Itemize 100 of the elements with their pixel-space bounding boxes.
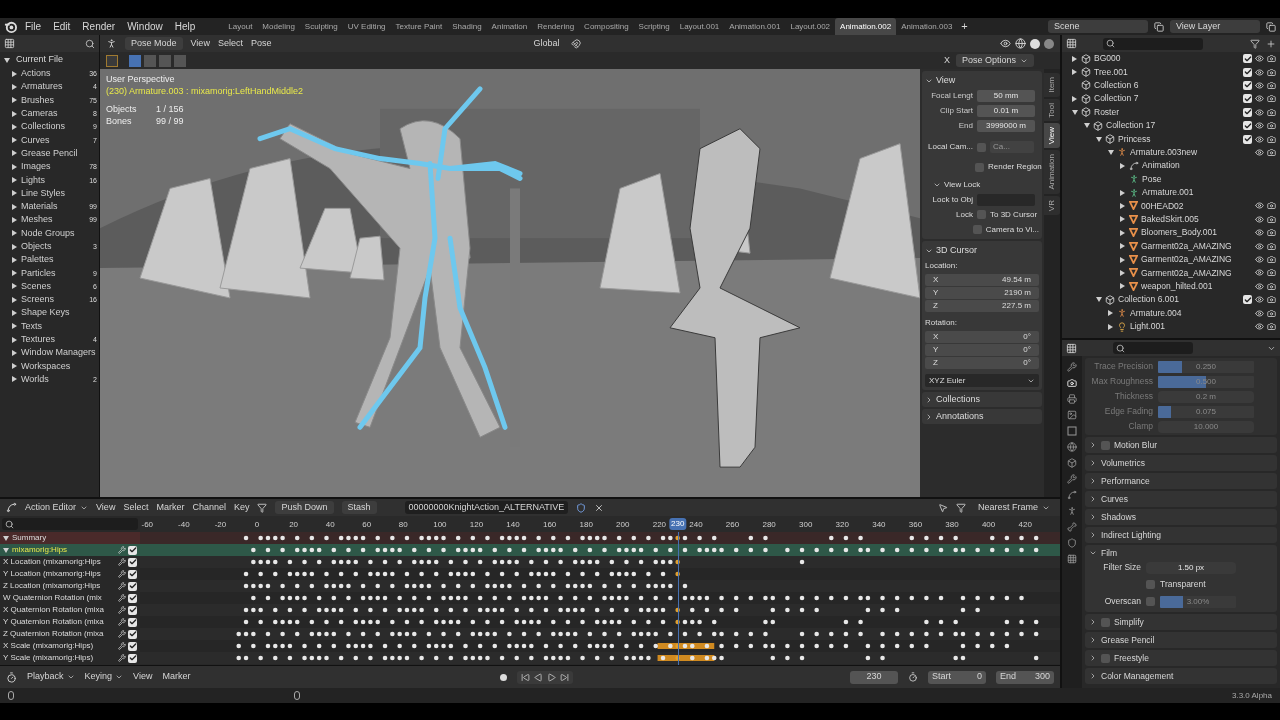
collapsed-arrow-icon[interactable] [1120,269,1125,276]
workspace-tab[interactable]: UV Editing [342,18,391,35]
tree-item[interactable]: Palettes [21,254,54,266]
select-icon[interactable] [937,502,948,513]
panel-title[interactable]: 3D Cursor [936,243,977,258]
vector-field[interactable]: Y 2190 m [925,287,1039,299]
tree-item[interactable]: Curves [21,134,50,146]
chevron-icon[interactable] [1089,495,1097,503]
visibility-icon[interactable] [1255,214,1264,224]
tree-item[interactable]: Collections [21,121,66,133]
vector-field[interactable]: X 0° [925,331,1039,343]
menu-item[interactable]: Key [233,500,250,515]
editor-type-icon[interactable] [106,38,117,49]
properties-tab-icon[interactable] [1067,442,1077,452]
workspace-tab[interactable]: Texture Paint [390,18,448,35]
visibility-icon[interactable] [1255,228,1264,238]
tree-item[interactable]: Particles [21,267,56,279]
chevron-icon[interactable] [1089,618,1097,626]
menu-item[interactable]: Edit [49,19,75,34]
sidebar-tab[interactable]: Item [1044,73,1060,97]
pose-options-dropdown[interactable]: Pose Options [955,54,1034,67]
fake-user-icon[interactable] [576,502,587,513]
tree-item[interactable]: Scenes [21,280,52,292]
checkbox[interactable] [1243,67,1252,77]
menu-item[interactable]: File [21,19,46,34]
solid-shading-icon[interactable] [1030,38,1040,49]
close-button[interactable]: X [940,53,953,68]
render-icon[interactable] [1267,228,1276,238]
copy-icon[interactable] [1266,21,1276,32]
panel-title[interactable]: Motion Blur [1114,438,1157,452]
checkbox[interactable] [128,569,137,579]
channel-name[interactable]: X Quaternion Rotation (mixa [3,605,104,615]
checkbox[interactable] [975,162,984,172]
number-field[interactable]: 3999000 m [977,119,1035,132]
checkbox[interactable] [128,581,137,591]
outliner-item[interactable]: Collection 7 [1094,92,1139,106]
checkbox[interactable] [1243,54,1252,64]
tree-item[interactable]: Cameras [21,108,58,120]
menu-item[interactable]: Channel [192,500,226,515]
menu-item[interactable]: Select [123,500,149,515]
visibility-icon[interactable] [1255,107,1264,117]
panel-title[interactable]: View [936,73,956,88]
checkbox[interactable] [128,557,137,567]
workspace-tab[interactable]: Compositing [579,18,634,35]
editor-type-icon[interactable] [6,671,17,683]
workspace-tab[interactable]: Scripting [633,18,675,35]
expanded-arrow-icon[interactable] [1096,297,1102,303]
workspace-tab[interactable]: Animation [486,18,533,35]
editor-type-icon[interactable] [6,502,17,513]
tree-item[interactable]: Node Groups [21,227,75,239]
checkbox[interactable] [1243,295,1252,305]
visibility-icon[interactable] [1255,308,1264,318]
channel-name[interactable]: Z Quaternion Rotation (mixa [3,629,104,639]
tree-item[interactable]: Textures [21,334,55,346]
tree-item[interactable]: Screens [21,294,55,306]
tree-item[interactable]: Materials [21,201,58,213]
workspace-tab[interactable]: Animation.003 [896,18,958,35]
checkbox[interactable] [972,225,982,234]
outliner-item[interactable]: Princess [1118,132,1151,146]
tree-item[interactable]: Objects [21,241,52,252]
render-icon[interactable] [1267,281,1276,291]
modifier-icon[interactable] [118,558,126,566]
panel-title[interactable]: Film [1101,546,1118,560]
jump-end-icon[interactable] [560,672,570,682]
workspace-tab[interactable]: Animation.002 [835,18,897,35]
search-field[interactable] [1113,342,1193,354]
menu-item[interactable]: View [96,500,116,515]
checkbox[interactable] [128,629,137,639]
modifier-icon[interactable] [118,582,126,590]
push-down-button[interactable]: Push Down [275,501,334,514]
workspace-tab[interactable]: Sculpting [299,18,343,35]
collapsed-arrow-icon[interactable] [1120,203,1125,209]
tool-button[interactable] [106,54,118,67]
chevron-icon[interactable] [1089,672,1097,680]
tree-item[interactable]: Texts [21,320,42,332]
chevron-icon[interactable] [1089,459,1097,467]
collapsed-arrow-icon[interactable] [1120,243,1125,250]
panel-title[interactable]: Shadows [1101,510,1136,524]
outliner-item[interactable]: Bloomers_Body.001 [1141,226,1217,240]
menu-item[interactable]: Marker [162,670,191,684]
search-field[interactable] [1103,37,1203,50]
menu-item[interactable]: Keying [84,670,124,684]
render-icon[interactable] [1267,201,1276,211]
sidebar-tab[interactable]: Tool [1044,98,1060,122]
editor-type-icon[interactable] [1066,342,1077,354]
outliner-item[interactable]: BG000 [1094,52,1121,66]
menu-item[interactable]: Render [78,19,120,34]
select-box-button[interactable] [129,54,141,67]
workspace-tab[interactable]: Rendering [532,18,580,35]
checkbox[interactable] [128,641,137,651]
mode-dropdown[interactable]: Pose Mode [125,37,183,50]
checkbox[interactable] [977,210,986,219]
visibility-icon[interactable] [1255,147,1264,157]
visibility-icon[interactable] [1000,38,1011,49]
outliner-item[interactable]: Armature.004 [1130,306,1182,320]
render-icon[interactable] [1267,107,1276,117]
outliner-item[interactable]: Collection 17 [1106,119,1156,132]
modifier-icon[interactable] [118,642,126,650]
outliner-item[interactable]: Animation [1142,159,1180,173]
properties-tab-icon[interactable] [1067,554,1077,564]
